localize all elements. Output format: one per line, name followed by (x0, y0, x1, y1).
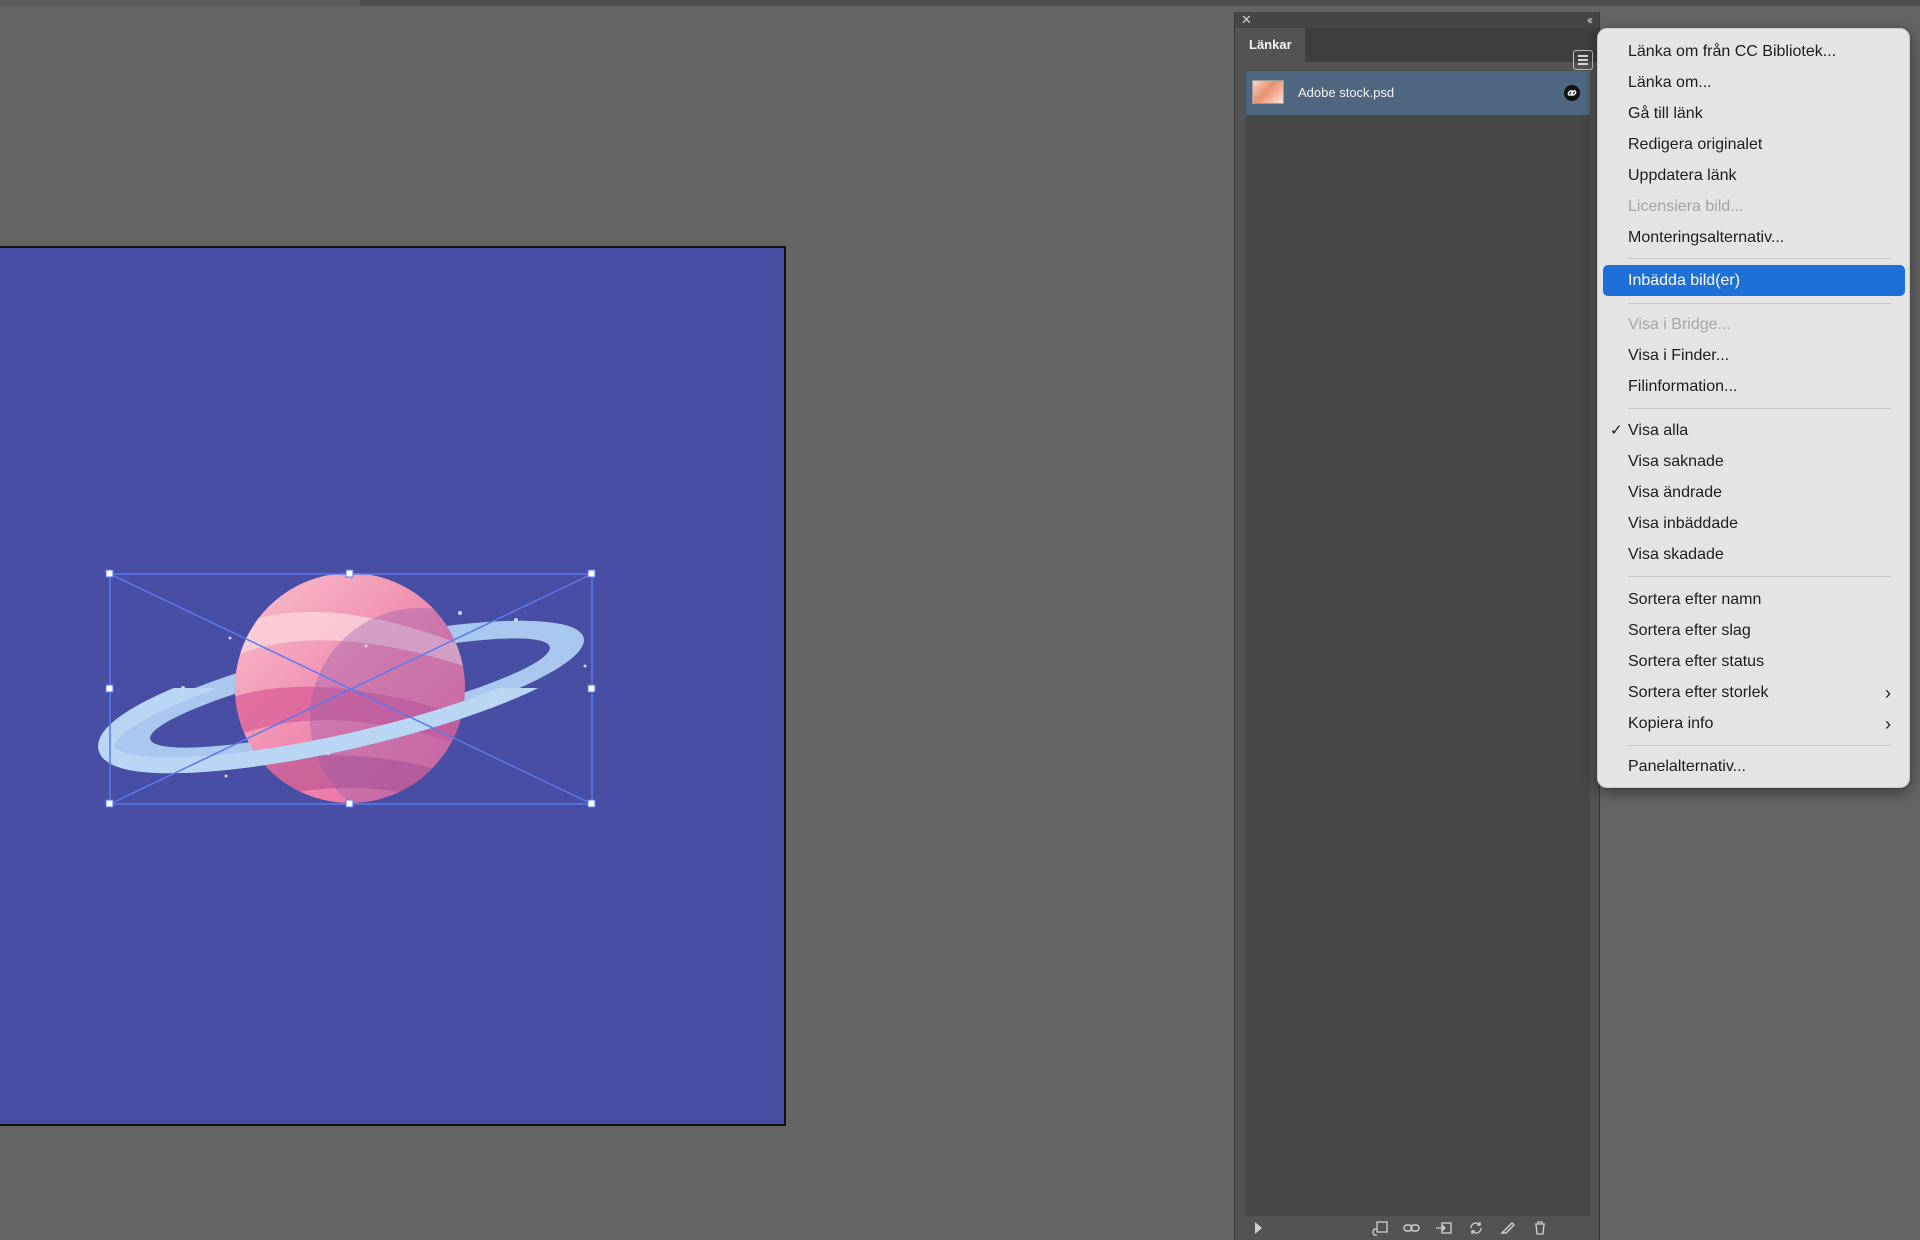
link-name: Adobe stock.psd (1298, 85, 1395, 100)
collapse-icon[interactable]: ‹‹ (1587, 12, 1593, 28)
menu-separator (1628, 408, 1891, 409)
show-info-triangle-icon[interactable] (1255, 1222, 1262, 1234)
link-icon (1564, 85, 1580, 101)
menu-item-reveal-in-bridge: Visa i Bridge... (1628, 316, 1731, 333)
submenu-chevron-icon: › (1885, 714, 1891, 734)
checkmark-icon: ✓ (1610, 422, 1623, 439)
relink-icon[interactable] (1403, 1220, 1421, 1236)
top-strip-highlight (0, 0, 360, 6)
tab-links[interactable]: Länkar (1235, 28, 1305, 62)
placed-image-planet[interactable] (0, 248, 786, 1126)
menu-item-show-missing[interactable]: Visa saknade (1628, 452, 1724, 472)
menu-separator (1628, 576, 1891, 577)
menu-item-copy-info[interactable]: Kopiera info (1628, 714, 1713, 734)
update-link-icon[interactable] (1467, 1220, 1485, 1236)
panel-title-bar: ✕ ‹‹ (1235, 12, 1599, 28)
link-thumbnail (1252, 80, 1284, 104)
menu-item-go-to-link[interactable]: Gå till länk (1628, 104, 1703, 124)
menu-item-reveal-in-finder[interactable]: Visa i Finder... (1628, 346, 1729, 366)
panel-footer (1235, 1216, 1599, 1240)
menu-item-sort-by-size[interactable]: Sortera efter storlek (1628, 683, 1769, 703)
links-panel: ✕ ‹‹ Länkar Adobe stock.psd (1234, 12, 1600, 1240)
delete-icon[interactable] (1531, 1220, 1549, 1236)
menu-item-edit-original[interactable]: Redigera originalet (1628, 135, 1762, 155)
submenu-chevron-icon: › (1885, 683, 1891, 703)
links-panel-flyout-menu: Länka om från CC Bibliotek... Länka om..… (1597, 28, 1910, 788)
menu-item-panel-options[interactable]: Panelalternativ... (1628, 757, 1746, 777)
menu-item-show-damaged[interactable]: Visa skadade (1628, 545, 1724, 565)
artboard[interactable] (0, 246, 786, 1126)
menu-item-license-image: Licensiera bild... (1628, 198, 1744, 215)
menu-item-show-all[interactable]: Visa alla (1628, 421, 1688, 441)
menu-item-relink[interactable]: Länka om... (1628, 73, 1712, 93)
top-strip (0, 0, 1920, 6)
menu-item-relink-cc[interactable]: Länka om från CC Bibliotek... (1628, 42, 1836, 62)
edit-original-icon[interactable] (1499, 1220, 1517, 1236)
menu-item-show-modified[interactable]: Visa ändrade (1628, 483, 1722, 503)
menu-item-file-info[interactable]: Filinformation... (1628, 377, 1737, 397)
link-row[interactable]: Adobe stock.psd (1246, 71, 1590, 115)
menu-separator (1628, 745, 1891, 746)
menu-item-sort-by-kind[interactable]: Sortera efter slag (1628, 621, 1751, 641)
menu-item-placement-options[interactable]: Monteringsalternativ... (1628, 228, 1784, 248)
menu-item-sort-by-name[interactable]: Sortera efter namn (1628, 590, 1761, 610)
menu-item-show-embedded[interactable]: Visa inbäddade (1628, 514, 1738, 534)
menu-item-update-link[interactable]: Uppdatera länk (1628, 166, 1737, 186)
go-to-link-icon[interactable] (1435, 1220, 1453, 1236)
panel-menu-icon[interactable] (1573, 50, 1593, 70)
menu-item-embed-images[interactable]: Inbädda bild(er) (1628, 271, 1740, 291)
menu-separator (1628, 258, 1891, 259)
close-icon[interactable]: ✕ (1241, 12, 1252, 28)
links-list: Adobe stock.psd (1245, 70, 1591, 1218)
menu-item-sort-by-status[interactable]: Sortera efter status (1628, 652, 1764, 672)
panel-tab-bar: Länkar (1235, 28, 1599, 70)
menu-separator (1628, 303, 1891, 304)
relink-cc-icon[interactable] (1371, 1220, 1389, 1236)
